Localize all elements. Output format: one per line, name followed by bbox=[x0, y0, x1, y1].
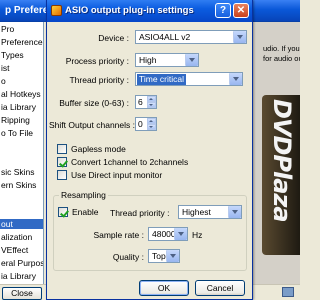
dialog-titlebar[interactable]: ASIO output plug-in settings ? ✕ bbox=[47, 0, 252, 22]
help-button[interactable]: ? bbox=[215, 3, 231, 18]
tree-item[interactable] bbox=[0, 141, 43, 151]
tray-icon[interactable] bbox=[282, 287, 294, 297]
direct-input-checkbox-box[interactable] bbox=[57, 170, 67, 180]
tree-item[interactable]: o bbox=[0, 76, 43, 86]
quality-select[interactable]: Top bbox=[148, 249, 180, 263]
convert-channel-checkbox[interactable]: Convert 1channel to 2channels bbox=[57, 157, 217, 168]
cancel-button[interactable]: Cancel bbox=[195, 280, 245, 296]
chevron-down-icon[interactable] bbox=[233, 31, 246, 43]
gapless-label: Gapless mode bbox=[71, 144, 126, 154]
tree-item[interactable]: Ripping bbox=[0, 115, 43, 125]
sample-rate-value: 48000 bbox=[152, 229, 176, 239]
gapless-checkbox-box[interactable] bbox=[57, 144, 67, 154]
tree-item[interactable]: Pro bbox=[0, 24, 43, 34]
tree-item[interactable]: Types bbox=[0, 50, 43, 60]
device-value: ASIO4ALL v2 bbox=[139, 32, 191, 42]
thread-priority-select[interactable]: Time critical bbox=[135, 72, 243, 86]
asio-settings-dialog: ASIO output plug-in settings ? ✕ Device … bbox=[46, 0, 253, 300]
direct-input-checkbox[interactable]: Use Direct input monitor bbox=[57, 170, 197, 181]
quality-value: Top bbox=[152, 251, 166, 261]
spin-down-icon[interactable] bbox=[147, 102, 156, 108]
shift-output-spin bbox=[147, 118, 156, 130]
shift-output-stepper[interactable]: 0 bbox=[135, 117, 157, 131]
resampling-group: Resampling Enable Thread priority : High… bbox=[53, 190, 247, 271]
thread-priority-value: Time critical bbox=[137, 74, 187, 85]
chevron-down-icon[interactable] bbox=[185, 54, 198, 66]
tree-item[interactable]: out bbox=[0, 219, 43, 229]
process-priority-label: Process priority : bbox=[65, 56, 129, 66]
resampling-thread-priority-select[interactable]: Highest bbox=[178, 205, 242, 219]
shift-output-value: 0 bbox=[138, 119, 143, 129]
tree-item[interactable]: VEffect bbox=[0, 245, 43, 255]
chevron-down-icon[interactable] bbox=[228, 206, 241, 218]
tree-item[interactable]: al Hotkeys bbox=[0, 89, 43, 99]
chevron-down-icon[interactable] bbox=[229, 73, 242, 85]
resampling-enable-checkbox-box[interactable] bbox=[58, 207, 68, 217]
tree-item[interactable]: alization bbox=[0, 232, 43, 242]
preferences-close-button[interactable]: Close bbox=[2, 287, 42, 300]
tree-item[interactable] bbox=[0, 206, 43, 216]
resampling-group-title: Resampling bbox=[59, 190, 108, 200]
close-icon[interactable]: ✕ bbox=[233, 3, 249, 18]
app-icon bbox=[51, 5, 62, 16]
tree-item[interactable] bbox=[0, 154, 43, 164]
resampling-enable-label: Enable bbox=[72, 207, 99, 217]
device-label: Device : bbox=[98, 33, 129, 43]
right-panel-text: for audio output bbox=[263, 54, 300, 63]
dvdplaza-logo: DVDPlaza bbox=[262, 95, 300, 255]
dvdplaza-logo-text: DVDPlaza bbox=[268, 99, 296, 222]
quality-label: Quality : bbox=[112, 252, 144, 262]
right-panel-text: udio. If you sel bbox=[263, 44, 300, 53]
process-priority-value: High bbox=[139, 55, 157, 65]
tree-item[interactable] bbox=[0, 193, 43, 203]
dialog-title: ASIO output plug-in settings bbox=[65, 5, 194, 16]
tree-item[interactable]: ist bbox=[0, 63, 43, 73]
chevron-down-icon[interactable] bbox=[174, 228, 187, 240]
preferences-tree[interactable]: Pro Preferences Types ist o al Hotkeys ia Libr… bbox=[0, 22, 44, 284]
chevron-down-icon[interactable] bbox=[166, 250, 179, 262]
tree-item[interactable]: ia Library bbox=[0, 271, 43, 281]
direct-input-label: Use Direct input monitor bbox=[71, 170, 163, 180]
sample-rate-label: Sample rate : bbox=[93, 230, 144, 240]
buffer-size-value: 6 bbox=[138, 97, 143, 107]
shift-output-label: Shift Output channels : bbox=[49, 120, 135, 130]
ok-button[interactable]: OK bbox=[139, 280, 189, 296]
resampling-enable-checkbox[interactable]: Enable bbox=[58, 207, 108, 218]
tree-item[interactable]: eral Purpose bbox=[0, 258, 43, 268]
spin-down-icon[interactable] bbox=[147, 124, 156, 130]
resampling-thread-priority-value: Highest bbox=[182, 207, 211, 217]
tree-item[interactable]: ia Library bbox=[0, 102, 43, 112]
gapless-checkbox[interactable]: Gapless mode bbox=[57, 144, 177, 155]
thread-priority-label: Thread priority : bbox=[69, 75, 129, 85]
tree-item[interactable]: sic Skins bbox=[0, 167, 43, 177]
tree-item[interactable]: Preferences bbox=[0, 37, 43, 47]
process-priority-select[interactable]: High bbox=[135, 53, 199, 67]
resampling-thread-priority-label: Thread priority : bbox=[110, 208, 170, 218]
convert-channel-checkbox-box[interactable] bbox=[57, 157, 67, 167]
buffer-size-stepper[interactable]: 6 bbox=[135, 95, 157, 109]
convert-channel-label: Convert 1channel to 2channels bbox=[71, 157, 189, 167]
device-select[interactable]: ASIO4ALL v2 bbox=[135, 30, 247, 44]
sample-rate-select[interactable]: 48000 bbox=[148, 227, 188, 241]
tree-item[interactable]: o To File bbox=[0, 128, 43, 138]
sample-rate-unit: Hz bbox=[192, 230, 203, 240]
tree-item[interactable]: ern Skins bbox=[0, 180, 43, 190]
buffer-size-spin bbox=[147, 96, 156, 108]
buffer-size-label: Buffer size (0-63) : bbox=[59, 98, 129, 108]
